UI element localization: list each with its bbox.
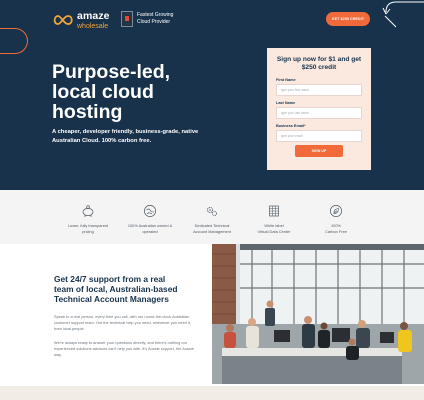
feature-item: 100% Carbon Free	[306, 204, 366, 234]
decorative-arrow-icon	[382, 1, 424, 28]
last-name-label: Last Name	[276, 101, 296, 105]
office-team-photo	[212, 244, 424, 384]
logo-sub: wholesale	[77, 22, 109, 30]
award-badge: Fastest Growing Cloud Provider	[121, 11, 173, 27]
support-section: Get 24/7 support from a real team of loc…	[0, 244, 424, 386]
feature-item: Dedicated Technical Account Management	[182, 204, 242, 234]
business-email-label: Business Email*	[276, 124, 306, 128]
badge-line-1: Fastest Growing	[137, 12, 174, 19]
headline-line: hosting	[52, 101, 123, 123]
award-icon	[121, 11, 133, 27]
feature-label: 100% Australian owned &	[127, 223, 173, 228]
hero-subline: A cheaper, developer friendly, business-…	[52, 129, 199, 144]
logo-name: amaze	[77, 10, 110, 22]
first-name-label: First Name	[276, 78, 296, 82]
hero-headline: Purpose-led, local cloud hosting	[52, 62, 252, 122]
last-name-field[interactable]	[276, 107, 362, 119]
decorative-arc	[0, 28, 28, 54]
signup-form: Sign up now for $1 and get $250 credit F…	[267, 48, 371, 170]
support-title-line: Get 24/7 support from a real	[54, 274, 166, 284]
badge-line-2: Cloud Provider	[137, 19, 171, 25]
leaf-icon	[330, 205, 342, 217]
feature-label: Carbon Free	[325, 228, 347, 234]
data-center-icon	[269, 205, 279, 217]
support-paragraph-2: We're always ready to answer your questi…	[54, 340, 194, 357]
form-title: Sign up now for $1 and get $250 credit	[267, 56, 371, 72]
globe-icon	[144, 205, 156, 217]
get-credit-button[interactable]: GET $250 CREDIT	[326, 12, 370, 26]
support-title: Get 24/7 support from a real team of loc…	[54, 274, 204, 304]
signup-button[interactable]: SIGN UP	[295, 145, 343, 157]
feature-label: pricing	[82, 228, 94, 234]
feature-item: 100% Australian owned & operated	[120, 204, 180, 234]
support-title-line: Technical Account Managers	[54, 294, 169, 304]
feature-label: operated	[142, 228, 158, 234]
support-title-line: team of local, Australian-based	[54, 284, 178, 294]
business-email-field[interactable]	[276, 130, 362, 142]
support-paragraph-1: Speak to a real person, every time you c…	[54, 314, 191, 331]
footer-strip	[0, 386, 424, 400]
logo-infinity-icon	[53, 15, 73, 26]
piggy-bank-icon	[82, 205, 94, 217]
feature-item: White label Virtual Data Center	[244, 204, 304, 234]
brand-logo[interactable]: amaze wholesale	[52, 11, 110, 30]
first-name-field[interactable]	[276, 84, 362, 96]
form-title-line: $250 credit	[301, 64, 337, 71]
feature-label: Virtual Data Center	[257, 228, 291, 234]
hero-section: amaze wholesale Fastest Growing Cloud Pr…	[0, 0, 424, 190]
feature-label: Account Management	[193, 228, 231, 234]
headline-line: local cloud	[52, 81, 154, 103]
form-title-line: Sign up now for $1 and get	[276, 56, 362, 63]
features-bar: Lower, fully transparent pricing 100% Aus…	[0, 190, 424, 244]
feature-item: Lower, fully transparent pricing	[58, 204, 118, 234]
headline-line: Purpose-led,	[52, 61, 171, 83]
gears-icon	[207, 207, 217, 216]
